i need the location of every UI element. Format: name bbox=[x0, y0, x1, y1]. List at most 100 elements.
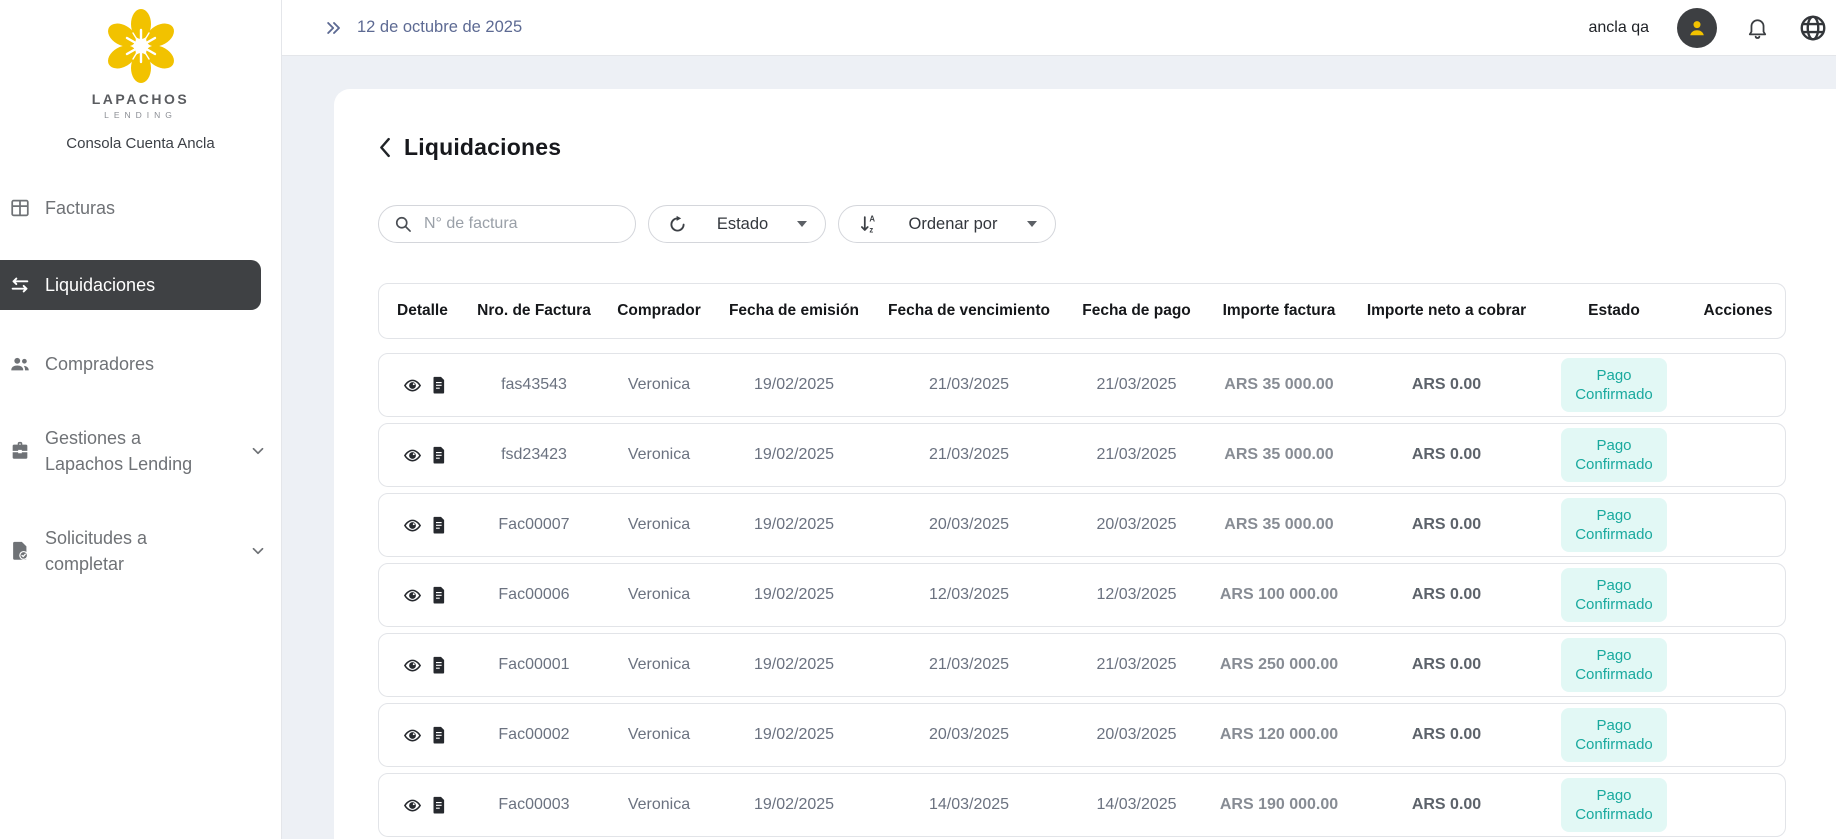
sidebar-item-label: Compradores bbox=[45, 354, 155, 374]
view-details-eye-icon[interactable] bbox=[403, 796, 422, 815]
bell-icon[interactable] bbox=[1745, 15, 1770, 40]
column-header: Importe neto a cobrar bbox=[1366, 302, 1527, 319]
brand-subtitle: LENDING bbox=[104, 110, 177, 120]
invoice-number: fsd23423 bbox=[501, 446, 567, 463]
status-badge: Pago Confirmado bbox=[1561, 638, 1667, 692]
view-details-eye-icon[interactable] bbox=[403, 656, 422, 675]
column-header: Detalle bbox=[397, 302, 448, 319]
issue-date: 19/02/2025 bbox=[753, 446, 835, 463]
issue-date: 19/02/2025 bbox=[753, 376, 835, 393]
double-chevron-right-icon[interactable] bbox=[324, 18, 344, 38]
payment-date: 21/03/2025 bbox=[1096, 376, 1177, 393]
invoice-amount: ARS 190 000.00 bbox=[1219, 796, 1339, 813]
back-chevron-icon[interactable] bbox=[378, 137, 391, 158]
sidebar-item-label: Liquidaciones bbox=[45, 275, 156, 295]
search-input[interactable] bbox=[422, 214, 633, 234]
invoice-document-icon[interactable] bbox=[431, 656, 446, 674]
status-badge: Pago Confirmado bbox=[1561, 568, 1667, 622]
console-label: Consola Cuenta Ancla bbox=[66, 135, 215, 152]
table-row[interactable]: Fac00007 Veronica 19/02/2025 20/03/2025 … bbox=[378, 493, 1786, 557]
table-row[interactable]: Fac00006 Veronica 19/02/2025 12/03/2025 … bbox=[378, 563, 1786, 627]
view-details-eye-icon[interactable] bbox=[403, 586, 422, 605]
page-header: Liquidaciones bbox=[378, 131, 1786, 163]
view-details-eye-icon[interactable] bbox=[403, 726, 422, 745]
invoice-document-icon[interactable] bbox=[431, 516, 446, 534]
sidebar-item-liquidaciones[interactable]: Liquidaciones bbox=[0, 260, 261, 310]
topbar: 12 de octubre de 2025 ancla qa bbox=[282, 0, 1836, 56]
status-badge: Pago Confirmado bbox=[1561, 498, 1667, 552]
sidebar-item-compradores[interactable]: Compradores bbox=[0, 342, 281, 386]
invoice-amount: ARS 35 000.00 bbox=[1224, 446, 1334, 463]
estado-filter-dropdown[interactable]: Estado bbox=[648, 205, 826, 243]
invoice-number: Fac00006 bbox=[498, 586, 570, 603]
svg-text:A: A bbox=[869, 215, 875, 224]
due-date: 21/03/2025 bbox=[928, 446, 1010, 463]
sidebar-item-gestiones[interactable]: Gestiones a Lapachos Lending bbox=[0, 416, 281, 486]
invoice-document-icon[interactable] bbox=[431, 446, 446, 464]
table-row[interactable]: fas43543 Veronica 19/02/2025 21/03/2025 … bbox=[378, 353, 1786, 417]
invoice-number: Fac00007 bbox=[498, 516, 570, 533]
grid-icon bbox=[9, 197, 31, 219]
search-icon bbox=[393, 214, 413, 234]
status-badge: Pago Confirmado bbox=[1561, 428, 1667, 482]
app-root: LAPACHOS LENDING Consola Cuenta Ancla Fa… bbox=[0, 0, 1836, 839]
table-row[interactable]: fsd23423 Veronica 19/02/2025 21/03/2025 … bbox=[378, 423, 1786, 487]
buyer-name: Veronica bbox=[627, 446, 691, 463]
loop-icon bbox=[667, 214, 688, 235]
swap-arrows-icon bbox=[9, 274, 31, 296]
ordenar-por-label: Ordenar por bbox=[908, 214, 998, 233]
column-header: Fecha de emisión bbox=[728, 302, 860, 319]
sidebar-item-facturas[interactable]: Facturas bbox=[0, 186, 281, 230]
ordenar-por-dropdown[interactable]: A z Ordenar por bbox=[838, 205, 1056, 243]
invoice-number: Fac00001 bbox=[498, 656, 570, 673]
sort-icon: A z bbox=[857, 213, 879, 235]
invoice-document-icon[interactable] bbox=[431, 726, 446, 744]
payment-date: 20/03/2025 bbox=[1096, 726, 1177, 743]
invoice-search[interactable] bbox=[378, 205, 636, 243]
due-date: 21/03/2025 bbox=[928, 656, 1010, 673]
invoice-amount: ARS 35 000.00 bbox=[1224, 376, 1334, 393]
people-icon bbox=[9, 353, 31, 375]
column-header: Comprador bbox=[617, 302, 701, 319]
due-date: 20/03/2025 bbox=[928, 516, 1010, 533]
table-row[interactable]: Fac00002 Veronica 19/02/2025 20/03/2025 … bbox=[378, 703, 1786, 767]
lapachos-flower-icon bbox=[98, 9, 184, 88]
invoice-amount: ARS 120 000.00 bbox=[1219, 726, 1339, 743]
page-title: Liquidaciones bbox=[404, 133, 562, 160]
sidebar-item-label: Facturas bbox=[45, 198, 116, 218]
table-row[interactable]: Fac00001 Veronica 19/02/2025 21/03/2025 … bbox=[378, 633, 1786, 697]
view-details-eye-icon[interactable] bbox=[403, 446, 422, 465]
view-details-eye-icon[interactable] bbox=[403, 516, 422, 535]
invoice-number: fas43543 bbox=[501, 376, 567, 393]
net-amount: ARS 0.00 bbox=[1411, 586, 1482, 603]
user-name: ancla qa bbox=[1588, 18, 1650, 36]
content-area: Liquidaciones N° de factura Estado A z O… bbox=[282, 56, 1836, 839]
column-header: Importe factura bbox=[1222, 302, 1336, 319]
avatar[interactable] bbox=[1677, 7, 1717, 48]
table-row[interactable]: Fac00003 Veronica 19/02/2025 14/03/2025 … bbox=[378, 773, 1786, 837]
sidebar-item-solicitudes[interactable]: Solicitudes a completar bbox=[0, 516, 281, 586]
caret-down-icon bbox=[1027, 221, 1037, 227]
issue-date: 19/02/2025 bbox=[753, 726, 835, 743]
invoice-document-icon[interactable] bbox=[431, 586, 446, 604]
invoice-document-icon[interactable] bbox=[431, 796, 446, 814]
sidebar-item-label: Gestiones a Lapachos Lending bbox=[45, 428, 193, 474]
liquidaciones-table: Detalle Nro. de Factura Comprador Fecha … bbox=[378, 283, 1786, 837]
invoice-amount: ARS 250 000.00 bbox=[1219, 656, 1339, 673]
estado-filter-label: Estado bbox=[716, 214, 769, 233]
status-badge: Pago Confirmado bbox=[1561, 778, 1667, 832]
globe-icon[interactable] bbox=[1798, 13, 1828, 43]
net-amount: ARS 0.00 bbox=[1411, 376, 1482, 393]
buyer-name: Veronica bbox=[627, 726, 691, 743]
payment-date: 21/03/2025 bbox=[1096, 656, 1177, 673]
buyer-name: Veronica bbox=[627, 656, 691, 673]
invoice-number: Fac00003 bbox=[498, 796, 570, 813]
net-amount: ARS 0.00 bbox=[1411, 726, 1482, 743]
column-header: Fecha de vencimiento bbox=[888, 302, 1050, 319]
invoice-document-icon[interactable] bbox=[431, 376, 446, 394]
payment-date: 14/03/2025 bbox=[1096, 796, 1177, 813]
caret-down-icon bbox=[797, 221, 807, 227]
sidebar-nav: Facturas Liquidaciones Compradores Gesti… bbox=[0, 186, 281, 586]
view-details-eye-icon[interactable] bbox=[403, 376, 422, 395]
invoice-number: Fac00002 bbox=[498, 726, 570, 743]
